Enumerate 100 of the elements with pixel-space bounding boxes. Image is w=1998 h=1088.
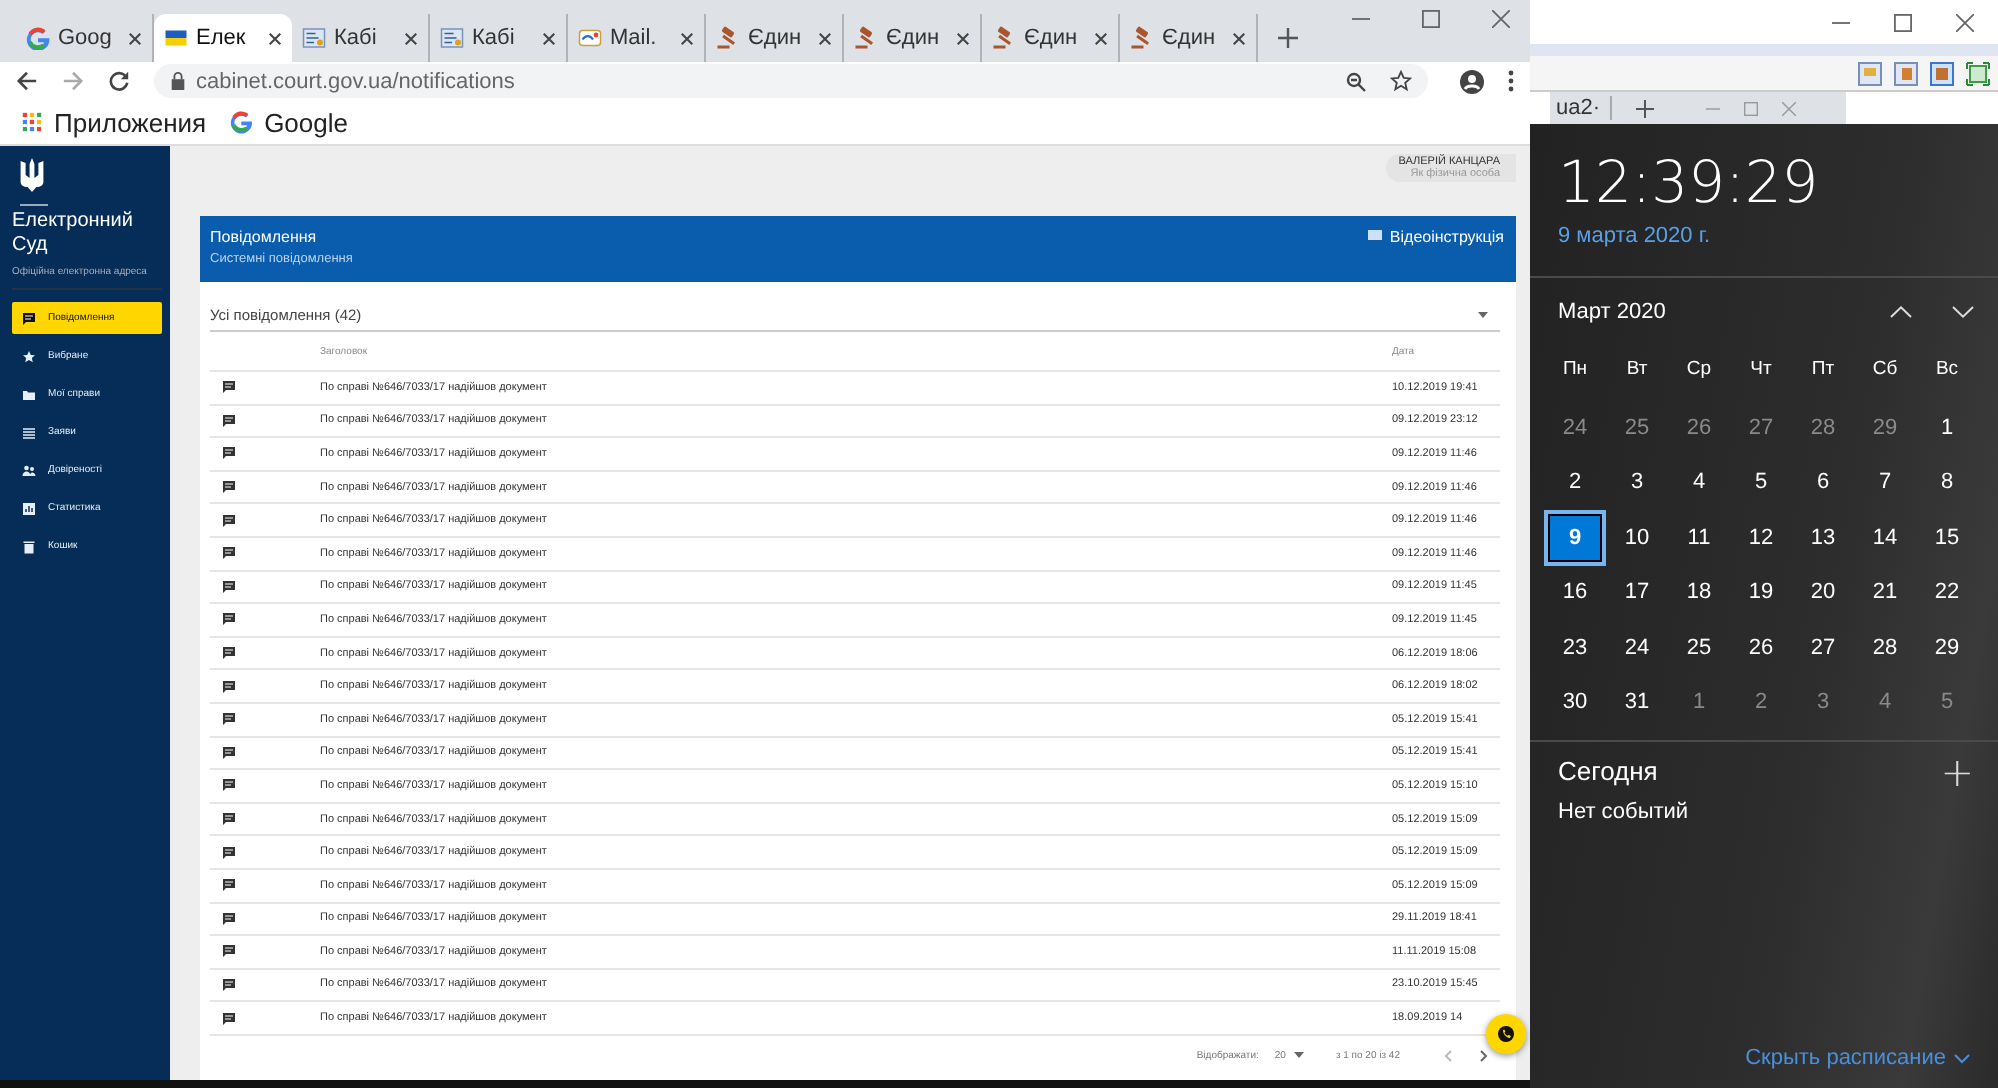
chevron-down-icon xyxy=(1954,1053,1970,1063)
calendar-day[interactable]: 10 xyxy=(1606,510,1668,566)
folder-icon xyxy=(22,387,36,401)
trash-icon xyxy=(22,539,36,553)
calendar-day[interactable]: 11 xyxy=(1668,510,1730,566)
calendar-day[interactable]: 24 xyxy=(1544,400,1606,456)
back-icon[interactable] xyxy=(16,70,38,92)
calendar-day[interactable]: 2 xyxy=(1544,455,1606,511)
calendar-day[interactable]: 29 xyxy=(1916,619,1978,675)
browser-tab[interactable]: Елек xyxy=(154,14,292,62)
calendar-day[interactable]: 1 xyxy=(1668,674,1730,730)
plus-icon[interactable] xyxy=(1636,99,1655,117)
date-link[interactable]: 9 марта 2020 г. xyxy=(1558,224,1982,248)
calendar-day[interactable]: 8 xyxy=(1916,455,1978,511)
calendar-day[interactable]: 28 xyxy=(1792,400,1854,456)
fullscreen-icon[interactable] xyxy=(1966,61,1990,85)
calendar-day[interactable]: 17 xyxy=(1606,565,1668,620)
calendar-day[interactable]: 5 xyxy=(1730,455,1792,511)
layout-icon[interactable] xyxy=(1858,61,1882,85)
browser-tab[interactable]: ua2· xyxy=(1556,96,1613,120)
document-icon xyxy=(440,26,464,50)
bookmark-link[interactable]: Приложения xyxy=(20,107,207,137)
close-icon[interactable] xyxy=(1232,31,1246,45)
account-icon[interactable] xyxy=(1460,69,1484,93)
maximize-icon[interactable] xyxy=(1422,10,1440,28)
calendar-day[interactable]: 4 xyxy=(1854,674,1916,730)
video-icon xyxy=(1367,230,1382,240)
close-icon[interactable] xyxy=(268,31,282,45)
close-icon[interactable] xyxy=(680,31,694,45)
chevron-right-icon[interactable] xyxy=(1480,1049,1488,1062)
calendar-day[interactable]: 3 xyxy=(1606,455,1668,511)
agenda-title: Сегодня xyxy=(1558,756,1658,787)
portrait-icon[interactable] xyxy=(1930,61,1954,85)
hide-agenda-link[interactable]: Скрыть расписание xyxy=(1745,1046,1982,1070)
calendar-day[interactable]: 21 xyxy=(1854,565,1916,620)
google-icon xyxy=(230,110,255,134)
calendar-day[interactable]: 24 xyxy=(1606,619,1668,675)
calendar-day[interactable]: 26 xyxy=(1668,400,1730,456)
calendar-day[interactable]: 27 xyxy=(1792,619,1854,675)
message-icon xyxy=(222,579,236,594)
lock-icon xyxy=(170,72,186,90)
calendar-day[interactable]: 19 xyxy=(1730,565,1792,620)
weekday-label: Сб xyxy=(1870,355,1900,383)
message-icon xyxy=(222,646,236,661)
menu-icon[interactable] xyxy=(1508,70,1514,92)
plus-icon[interactable] xyxy=(1278,28,1298,48)
calendar-day[interactable]: 25 xyxy=(1668,619,1730,675)
calendar-day[interactable]: 4 xyxy=(1668,455,1730,511)
clock-time: 12:39:29 xyxy=(1558,148,1821,216)
maximize-icon[interactable] xyxy=(1894,13,1912,31)
calendar-day[interactable]: 29 xyxy=(1854,400,1916,456)
calendar-day[interactable]: 18 xyxy=(1668,565,1730,620)
message-icon xyxy=(222,413,236,428)
video-link[interactable]: Відеоінструкція xyxy=(1367,228,1504,248)
calendar-day[interactable]: 16 xyxy=(1544,565,1606,620)
address-bar[interactable]: cabinet.court.gov.ua/notifications xyxy=(154,64,1428,98)
message-icon xyxy=(222,745,236,760)
calendar-day[interactable]: 1 xyxy=(1916,400,1978,456)
calendar-day[interactable]: 25 xyxy=(1606,400,1668,456)
calendar-day[interactable]: 30 xyxy=(1544,674,1606,730)
close-icon[interactable] xyxy=(956,31,970,45)
calendar-day[interactable]: 31 xyxy=(1606,674,1668,730)
close-icon[interactable] xyxy=(1956,13,1974,31)
reload-icon[interactable] xyxy=(108,70,130,92)
close-icon[interactable] xyxy=(818,31,832,45)
calendar-day[interactable]: 20 xyxy=(1792,565,1854,620)
calendar-day[interactable]: 23 xyxy=(1544,619,1606,675)
calendar-day[interactable]: 7 xyxy=(1854,455,1916,511)
close-icon[interactable] xyxy=(404,31,418,45)
layout-icon[interactable] xyxy=(1894,61,1918,85)
mail-icon xyxy=(578,26,602,50)
bookmark-link[interactable]: Google xyxy=(230,107,348,137)
chart-icon xyxy=(22,501,36,515)
zoom-icon[interactable] xyxy=(1346,71,1366,91)
calendar-day[interactable]: 12 xyxy=(1730,510,1792,566)
month-title[interactable]: Март 2020 xyxy=(1558,300,1666,324)
no-events-text: Нет событий xyxy=(1558,799,1691,824)
calendar-day[interactable]: 26 xyxy=(1730,619,1792,675)
calendar-day[interactable]: 27 xyxy=(1730,400,1792,456)
calendar-day[interactable]: 2 xyxy=(1730,674,1792,730)
chevron-up-icon[interactable] xyxy=(1890,306,1912,318)
chevron-down-icon[interactable] xyxy=(1952,306,1974,318)
flag-icon xyxy=(164,26,188,50)
close-icon[interactable] xyxy=(542,31,556,45)
calendar-day[interactable]: 22 xyxy=(1916,565,1978,620)
message-icon xyxy=(222,812,236,827)
star-icon[interactable] xyxy=(1390,70,1412,92)
close-icon[interactable] xyxy=(1094,31,1108,45)
message-icon xyxy=(222,878,236,893)
calendar-day[interactable]: 28 xyxy=(1854,619,1916,675)
calendar-day[interactable]: 6 xyxy=(1792,455,1854,511)
calendar-day[interactable]: 3 xyxy=(1792,674,1854,730)
close-icon[interactable] xyxy=(1492,10,1510,28)
add-event-button[interactable]: + xyxy=(1940,747,1982,796)
calendar-day[interactable]: 9 xyxy=(1544,510,1606,566)
calendar-day[interactable]: 14 xyxy=(1854,510,1916,566)
calendar-day[interactable]: 13 xyxy=(1792,510,1854,566)
close-icon[interactable] xyxy=(128,31,142,45)
people-icon xyxy=(22,463,36,477)
calendar-day[interactable]: 15 xyxy=(1916,510,1978,566)
